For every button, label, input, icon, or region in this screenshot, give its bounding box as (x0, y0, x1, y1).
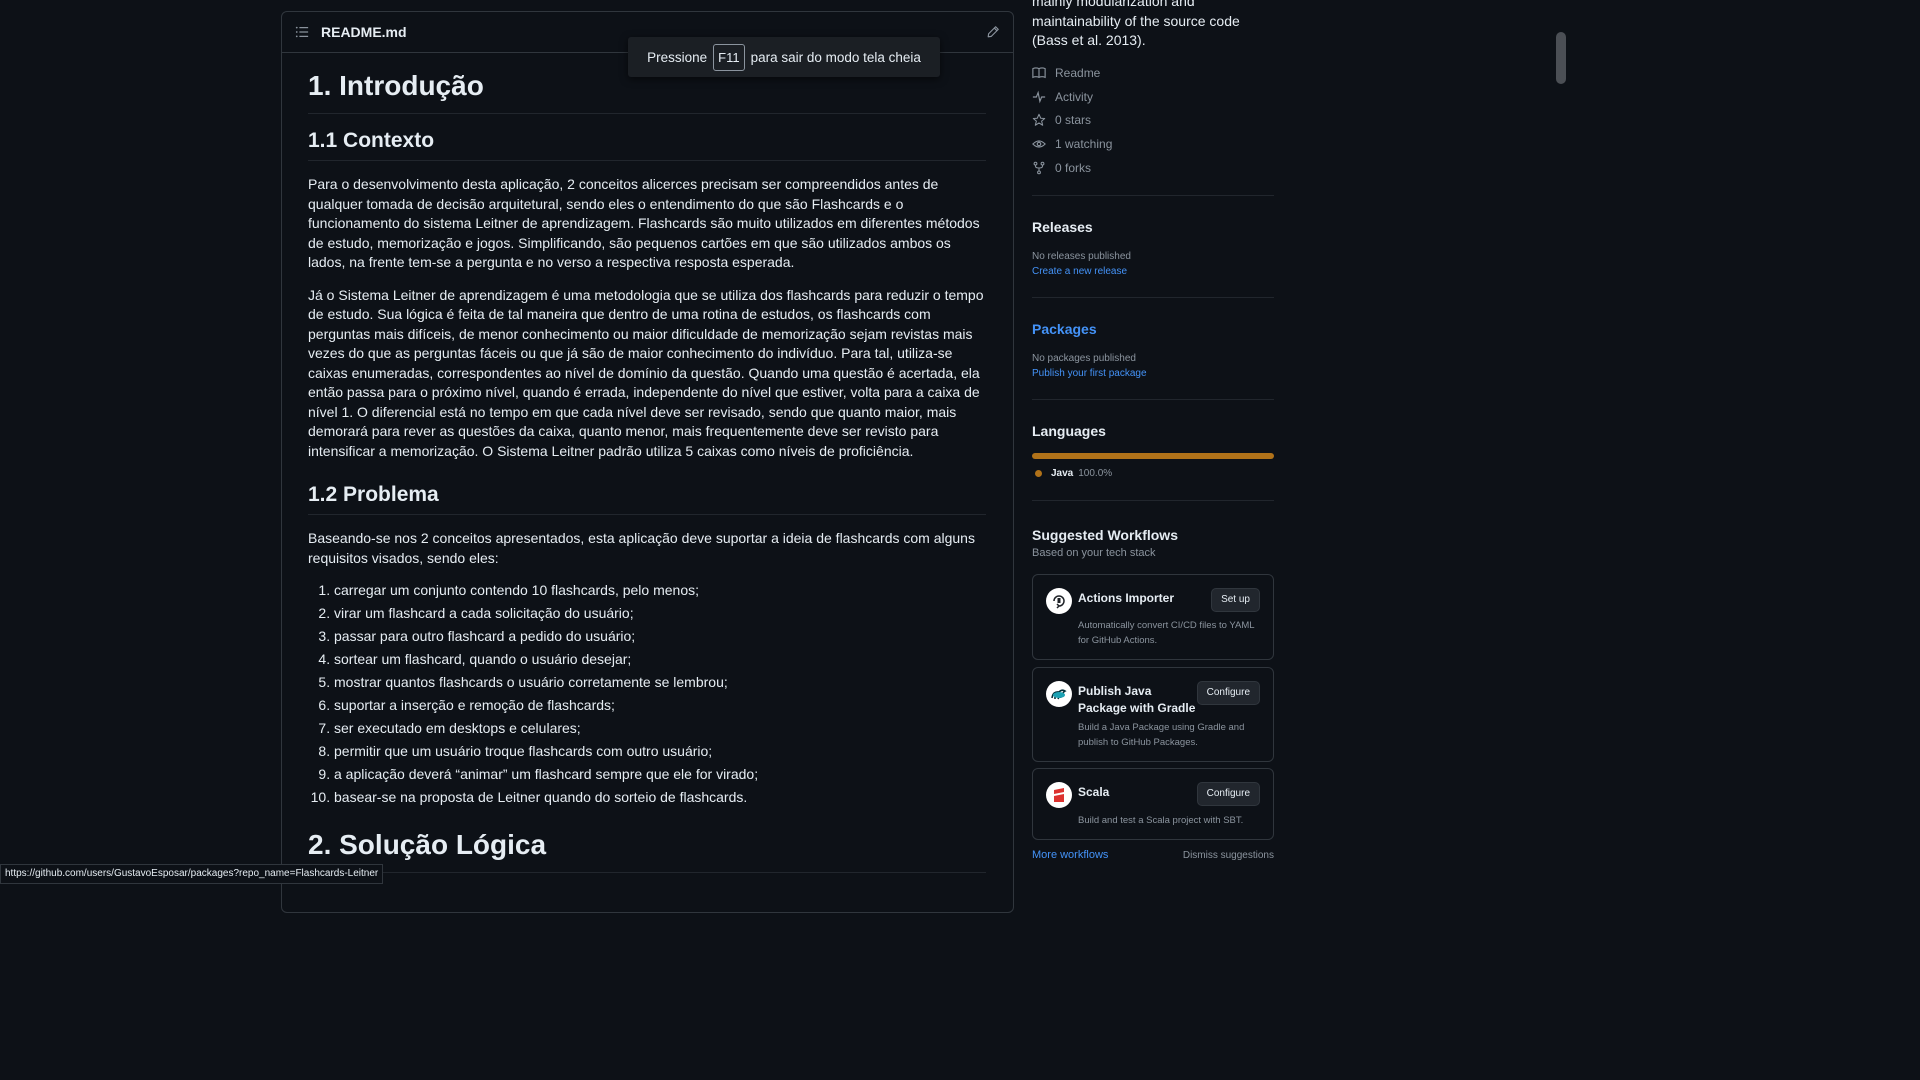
paragraph-problema: Baseando-se nos 2 conceitos apresentados… (308, 530, 975, 566)
fullscreen-notice: Pressione F11 para sair do modo tela che… (628, 37, 940, 77)
activity-link-label: Activity (1055, 90, 1094, 104)
list-item: virar um flashcard a cada solicitação do… (334, 604, 986, 627)
fork-icon (1033, 161, 1045, 175)
language-java[interactable]: Java 100.0% (1035, 468, 1112, 479)
fullscreen-notice-suffix: para sair do modo tela cheia (750, 49, 921, 65)
divider (1032, 195, 1274, 196)
packages-title[interactable]: Packages (1032, 321, 1097, 337)
list-item: carregar um conjunto contendo 10 flashca… (334, 581, 986, 604)
workflow-description: Build and test a Scala project with SBT. (1078, 815, 1244, 826)
scala-logo-icon (1046, 782, 1072, 808)
divider (1032, 500, 1274, 501)
paragraph-contexto-2: Já o Sistema Leitner de aprendizagem é u… (308, 286, 984, 459)
setup-button[interactable]: Set up (1211, 588, 1260, 612)
list-item: sortear um flashcard, quando o usuário d… (334, 650, 986, 673)
divider (1032, 399, 1274, 400)
list-item: mostrar quantos flashcards o usuário cor… (334, 673, 986, 696)
languages-title: Languages (1032, 423, 1106, 439)
configure-button[interactable]: Configure (1196, 681, 1260, 705)
workflow-title: Actions Importer (1078, 591, 1175, 605)
readme-title[interactable]: README.md (321, 24, 407, 40)
f11-key: F11 (713, 43, 745, 71)
list-item: a aplicação deverá “animar” um flashcard… (334, 765, 986, 788)
language-percent: 100.0% (1078, 468, 1113, 479)
table-of-contents-icon[interactable] (295, 25, 309, 39)
heading-solucao-logica: 2. Solução Lógica (308, 828, 986, 873)
workflows-subtitle: Based on your tech stack (1032, 547, 1156, 559)
workflow-card-scala: Scala Configure Build and test a Scala p… (1032, 768, 1274, 840)
gradle-logo-icon (1046, 681, 1072, 707)
pulse-icon (1032, 90, 1046, 104)
heading-problema: 1.2 Problema (308, 482, 986, 515)
workflow-description: Build a Java Package using Gradle and pu… (1078, 722, 1245, 748)
packages-empty-text: No packages published (1032, 353, 1136, 364)
about-description: mainly modularization and maintainabilit… (1032, 0, 1240, 48)
readme-panel: README.md 1. Introdução 1.1 Contexto Par… (281, 11, 1014, 913)
list-item: suportar a inserção e remoção de flashca… (334, 696, 986, 719)
readme-link[interactable]: Readme (1032, 63, 1100, 83)
dismiss-suggestions-link[interactable]: Dismiss suggestions (1183, 850, 1274, 861)
stars-link[interactable]: 0 stars (1032, 110, 1091, 130)
watching-count: 1 watching (1055, 137, 1113, 151)
publish-package-link[interactable]: Publish your first package (1032, 368, 1147, 379)
eye-icon (1032, 140, 1046, 148)
actions-importer-logo-icon (1046, 588, 1072, 614)
pencil-icon[interactable] (986, 25, 1000, 39)
releases-title[interactable]: Releases (1032, 219, 1093, 235)
language-bar (1032, 453, 1274, 459)
language-name: Java (1051, 468, 1074, 479)
divider (1032, 297, 1274, 298)
forks-count: 0 forks (1055, 161, 1092, 175)
language-color-dot (1035, 470, 1042, 477)
workflow-card-java-gradle: Publish Java Package with Gradle Configu… (1032, 667, 1274, 762)
workflow-title: Publish Java Package with Gradle (1078, 684, 1196, 715)
forks-link[interactable]: 0 forks (1032, 158, 1091, 178)
list-item: passar para outro flashcard a pedido do … (334, 627, 986, 650)
releases-empty-text: No releases published (1032, 251, 1131, 262)
star-icon (1032, 113, 1046, 126)
readme-content: 1. Introdução 1.1 Contexto Para o desenv… (308, 67, 986, 873)
watching-link[interactable]: 1 watching (1032, 134, 1112, 154)
more-workflows-link[interactable]: More workflows (1032, 849, 1108, 861)
status-bar-url: https://github.com/users/GustavoEsposar/… (0, 864, 384, 884)
list-item: permitir que um usuário troque flashcard… (334, 742, 986, 765)
heading-contexto: 1.1 Contexto (308, 128, 986, 161)
requirements-list: carregar um conjunto contendo 10 flashca… (308, 581, 986, 811)
scrollbar-thumb[interactable] (1556, 32, 1566, 84)
create-release-link[interactable]: Create a new release (1032, 266, 1127, 277)
workflows-title: Suggested Workflows (1032, 527, 1178, 543)
stars-count: 0 stars (1055, 113, 1092, 127)
fullscreen-notice-prefix: Pressione (647, 49, 708, 65)
configure-button[interactable]: Configure (1196, 782, 1260, 806)
book-icon (1032, 67, 1046, 79)
workflow-card-actions-importer: Actions Importer Set up Automatically co… (1032, 574, 1274, 660)
list-item: basear-se na proposta de Leitner quando … (334, 788, 986, 811)
readme-link-label: Readme (1055, 66, 1101, 80)
list-item: ser executado em desktops e celulares; (334, 719, 986, 742)
page-scrollbar[interactable] (1552, 0, 1568, 882)
paragraph-contexto-1: Para o desenvolvimento desta aplicação, … (308, 176, 980, 270)
language-bar-java (1032, 453, 1274, 459)
activity-link[interactable]: Activity (1032, 87, 1093, 107)
workflow-title: Scala (1078, 785, 1110, 799)
workflow-description: Automatically convert CI/CD files to YAM… (1078, 620, 1255, 646)
